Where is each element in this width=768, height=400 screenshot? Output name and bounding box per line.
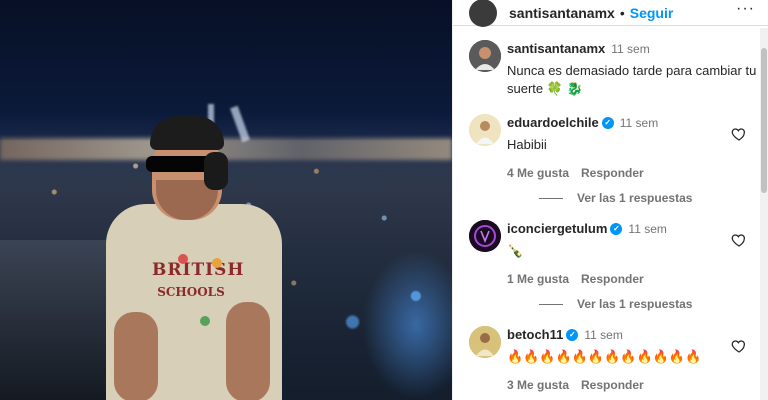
scrollbar[interactable] xyxy=(760,28,768,400)
comment-username[interactable]: betoch11 xyxy=(507,326,563,344)
comment-time[interactable]: 11 sem xyxy=(584,326,622,344)
replies-line xyxy=(539,197,563,199)
heart-icon[interactable] xyxy=(731,126,747,142)
comment-item: iconciergetulum ✓ 11 sem 🍾 1 Me gusta Re… xyxy=(469,220,761,286)
right-arm xyxy=(226,302,270,400)
building xyxy=(0,240,110,400)
view-replies-label: Ver las 1 respuestas xyxy=(577,191,693,205)
person: BRITISH SCHOOLS xyxy=(100,112,290,400)
more-options-icon[interactable]: ··· xyxy=(736,0,755,18)
comment-item: betoch11 ✓ 11 sem 🔥🔥🔥🔥🔥🔥🔥🔥🔥🔥🔥🔥 3 Me gust… xyxy=(469,326,761,392)
verified-badge-icon: ✓ xyxy=(601,117,614,129)
comments-panel: santisantanamx • Seguir ··· santisantana… xyxy=(452,0,768,400)
sunglasses xyxy=(146,156,212,172)
comment-text: Habibii xyxy=(507,137,547,152)
scrollbar-thumb[interactable] xyxy=(761,48,767,193)
cap xyxy=(150,116,224,150)
follow-button[interactable]: Seguir xyxy=(630,5,674,21)
verified-badge-icon: ✓ xyxy=(610,223,623,235)
flower-decoration xyxy=(200,316,210,326)
left-arm xyxy=(114,312,158,400)
flower-decoration xyxy=(212,258,222,268)
fountain-glow xyxy=(362,250,452,400)
view-replies-button[interactable]: Ver las 1 respuestas xyxy=(539,191,692,205)
comment-time[interactable]: 11 sem xyxy=(611,40,649,58)
comment-likes[interactable]: 3 Me gusta xyxy=(507,378,569,392)
post-photo[interactable]: BRITISH SCHOOLS xyxy=(0,0,452,400)
author-username[interactable]: santisantanamx xyxy=(509,5,615,21)
reply-button[interactable]: Responder xyxy=(581,166,644,180)
flower-decoration xyxy=(178,254,188,264)
comment-text: Nunca es demasiado tarde para cambiar tu… xyxy=(507,63,757,96)
headphones xyxy=(204,152,228,190)
author-avatar[interactable] xyxy=(469,0,497,27)
comment-time[interactable]: 11 sem xyxy=(620,114,658,132)
reply-button[interactable]: Responder xyxy=(581,272,644,286)
comment-likes[interactable]: 1 Me gusta xyxy=(507,272,569,286)
post-header: santisantanamx • Seguir ··· xyxy=(453,0,768,27)
comment-username[interactable]: iconciergetulum xyxy=(507,220,607,238)
verified-badge-icon: ✓ xyxy=(566,329,579,341)
heart-icon[interactable] xyxy=(731,232,747,248)
shirt-print: BRITISH SCHOOLS xyxy=(152,261,243,322)
avatar[interactable] xyxy=(469,40,501,72)
view-replies-button[interactable]: Ver las 1 respuestas xyxy=(539,297,692,311)
shirt-print-line2: SCHOOLS xyxy=(157,284,225,299)
avatar-face-icon xyxy=(469,40,501,72)
comment-username[interactable]: santisantanamx xyxy=(507,40,605,58)
avatar[interactable] xyxy=(469,220,501,252)
avatar-logo-icon xyxy=(469,220,501,252)
heart-icon[interactable] xyxy=(731,338,747,354)
comment-username[interactable]: eduardoelchile xyxy=(507,114,599,132)
reply-button[interactable]: Responder xyxy=(581,378,644,392)
comment-likes[interactable]: 4 Me gusta xyxy=(507,166,569,180)
avatar-photo-icon xyxy=(469,114,501,146)
avatar-photo-icon xyxy=(469,326,501,358)
comment-item: eduardoelchile ✓ 11 sem Habibii 4 Me gus… xyxy=(469,114,761,180)
separator-dot: • xyxy=(619,4,625,21)
comment-text: 🔥🔥🔥🔥🔥🔥🔥🔥🔥🔥🔥🔥 xyxy=(507,349,702,364)
comment-time[interactable]: 11 sem xyxy=(628,220,666,238)
replies-line xyxy=(539,303,563,305)
view-replies-label: Ver las 1 respuestas xyxy=(577,297,693,311)
avatar[interactable] xyxy=(469,114,501,146)
avatar[interactable] xyxy=(469,326,501,358)
comment-text: 🍾 xyxy=(507,243,524,258)
caption-comment: santisantanamx 11 sem Nunca es demasiado… xyxy=(469,40,761,98)
